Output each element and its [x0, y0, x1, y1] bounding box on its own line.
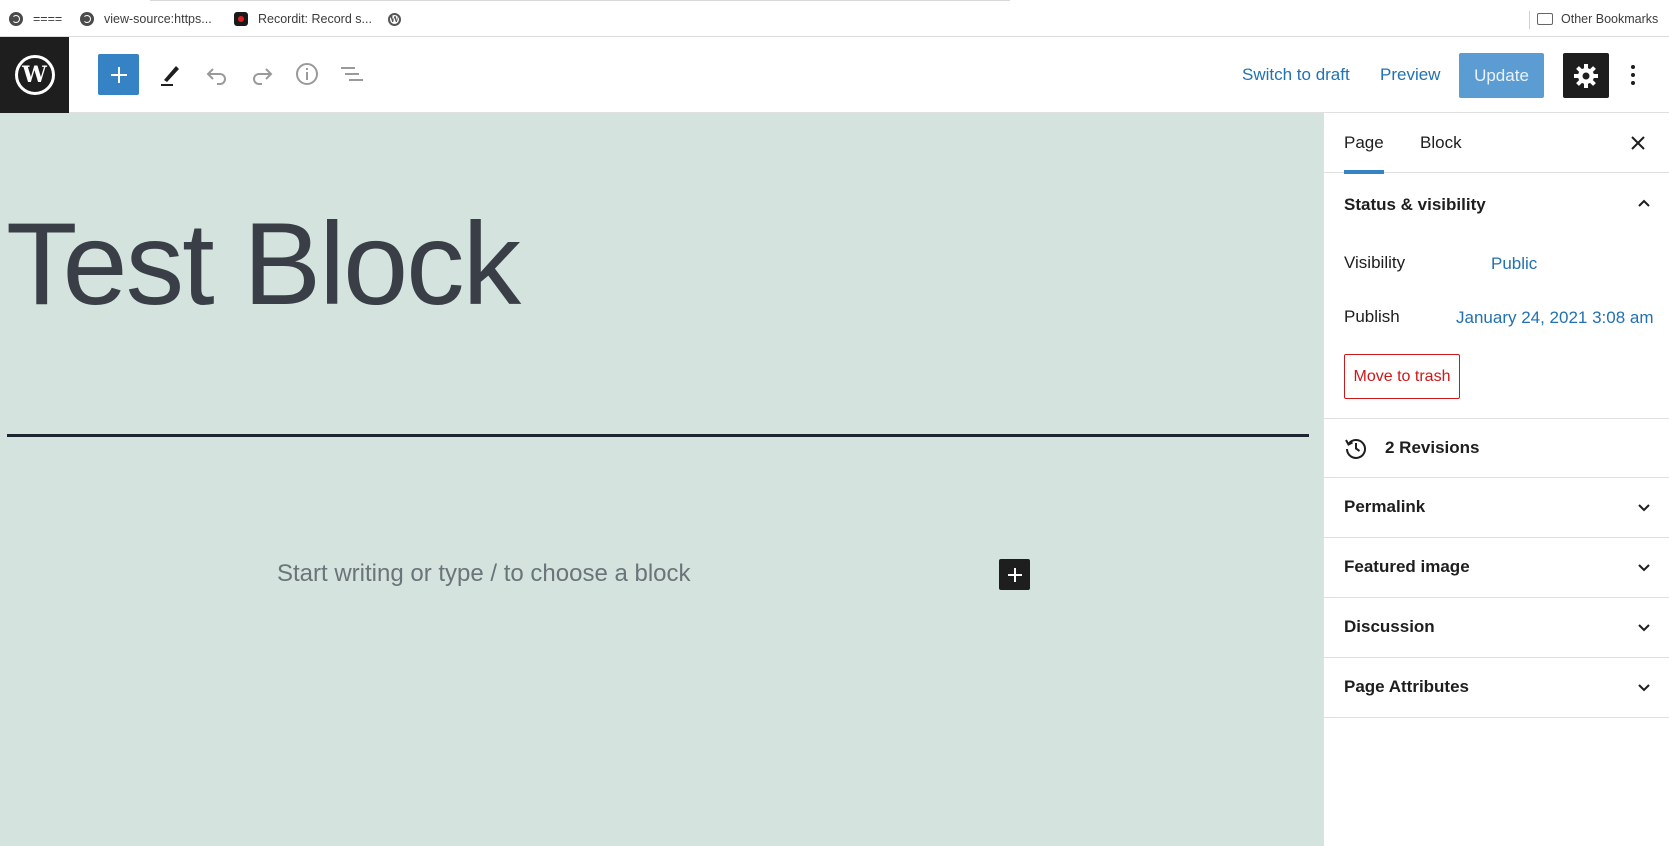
bookmarks-bar: ==== view-source:https... Recordit: Reco… — [0, 0, 1669, 37]
move-to-trash-button[interactable]: Move to trash — [1344, 354, 1460, 399]
tab-strip-edge — [150, 0, 1010, 1]
tab-label: Page — [1344, 133, 1384, 152]
more-vertical-icon-dot — [1631, 65, 1635, 69]
panel-title[interactable]: Status & visibility — [1344, 195, 1486, 215]
plus-icon — [110, 66, 127, 83]
undo-button[interactable] — [203, 60, 231, 88]
info-icon — [296, 63, 318, 85]
tab-page[interactable]: Page — [1344, 113, 1384, 174]
revisions-label: 2 Revisions — [1385, 438, 1480, 457]
panel-title: Featured image — [1344, 557, 1470, 576]
editor-header: W Switch to draft Preview Update — [0, 37, 1669, 113]
list-view-button[interactable] — [338, 60, 366, 88]
status-visibility-panel: Status & visibility Visibility Public Pu… — [1324, 173, 1669, 419]
details-button[interactable] — [293, 60, 321, 88]
close-sidebar-button[interactable] — [1626, 131, 1650, 155]
sidebar-tabs: Page Block — [1324, 113, 1669, 174]
visibility-value[interactable]: Public — [1491, 254, 1537, 274]
chevron-down-icon — [1638, 684, 1650, 692]
block-placeholder[interactable]: Start writing or type / to choose a bloc… — [277, 560, 691, 588]
panel-title: Discussion — [1344, 617, 1435, 636]
other-bookmarks[interactable]: Other Bookmarks — [1537, 10, 1658, 28]
editor-canvas[interactable]: Test Block Start writing or type / to ch… — [0, 113, 1323, 846]
separator-block[interactable] — [7, 434, 1309, 437]
featured-image-panel[interactable]: Featured image — [1324, 538, 1669, 598]
update-button[interactable]: Update — [1459, 53, 1544, 98]
folder-icon — [1537, 13, 1553, 25]
globe-icon — [80, 12, 94, 26]
more-options-button[interactable] — [1623, 59, 1643, 91]
revisions-panel[interactable]: 2 Revisions — [1324, 419, 1669, 478]
page-attributes-panel[interactable]: Page Attributes — [1324, 658, 1669, 718]
permalink-panel[interactable]: Permalink — [1324, 478, 1669, 538]
other-bookmarks-label: Other Bookmarks — [1561, 12, 1659, 26]
more-vertical-icon-dot — [1631, 81, 1635, 85]
bookmark-item-3[interactable]: Recordit: Record s... — [234, 10, 372, 28]
wordpress-logo-button[interactable]: W — [0, 37, 69, 113]
discussion-panel[interactable]: Discussion — [1324, 598, 1669, 658]
inline-add-block-button[interactable] — [999, 559, 1030, 590]
redo-icon — [253, 68, 273, 85]
bookmark-separator — [1529, 11, 1530, 29]
settings-sidebar: Page Block Status & visibility Visibilit… — [1323, 113, 1669, 846]
wordpress-logo-icon: W — [14, 55, 55, 95]
visibility-label: Visibility — [1344, 253, 1406, 272]
publish-label: Publish — [1344, 307, 1400, 326]
bookmark-item-4[interactable]: W — [388, 10, 401, 28]
more-vertical-icon-dot — [1631, 73, 1635, 77]
bookmark-item-1[interactable]: ==== — [9, 10, 62, 28]
bookmark-item-2[interactable]: view-source:https... — [80, 10, 212, 28]
bookmark-label: Recordit: Record s... — [258, 12, 372, 26]
switch-to-draft-button[interactable]: Switch to draft — [1242, 65, 1350, 85]
recordit-icon — [234, 12, 248, 26]
chevron-down-icon — [1638, 624, 1650, 632]
wordpress-icon: W — [388, 12, 401, 26]
list-view-icon — [341, 67, 363, 81]
pencil-icon — [161, 66, 179, 86]
tab-label: Block — [1420, 133, 1462, 152]
gear-icon — [1574, 63, 1598, 88]
page-title[interactable]: Test Block — [6, 205, 521, 322]
plus-icon — [1007, 567, 1022, 582]
panel-title: Page Attributes — [1344, 677, 1470, 696]
bookmark-label: ==== — [33, 12, 63, 26]
globe-icon — [9, 12, 23, 26]
close-icon — [1631, 136, 1645, 150]
preview-button[interactable]: Preview — [1380, 65, 1440, 85]
chevron-up-icon[interactable] — [1636, 195, 1652, 211]
history-icon — [1345, 439, 1366, 459]
redo-button[interactable] — [248, 60, 276, 88]
panel-title: Permalink — [1344, 497, 1426, 516]
add-block-button[interactable] — [98, 54, 139, 95]
bookmark-label: view-source:https... — [104, 12, 212, 26]
publish-date[interactable]: January 24, 2021 3:08 am — [1456, 308, 1654, 328]
chevron-down-icon — [1638, 564, 1650, 572]
settings-button[interactable] — [1563, 53, 1609, 98]
chevron-down-icon — [1638, 504, 1650, 512]
tools-button[interactable] — [157, 60, 185, 88]
tab-block[interactable]: Block — [1420, 113, 1462, 173]
undo-icon — [206, 68, 226, 85]
